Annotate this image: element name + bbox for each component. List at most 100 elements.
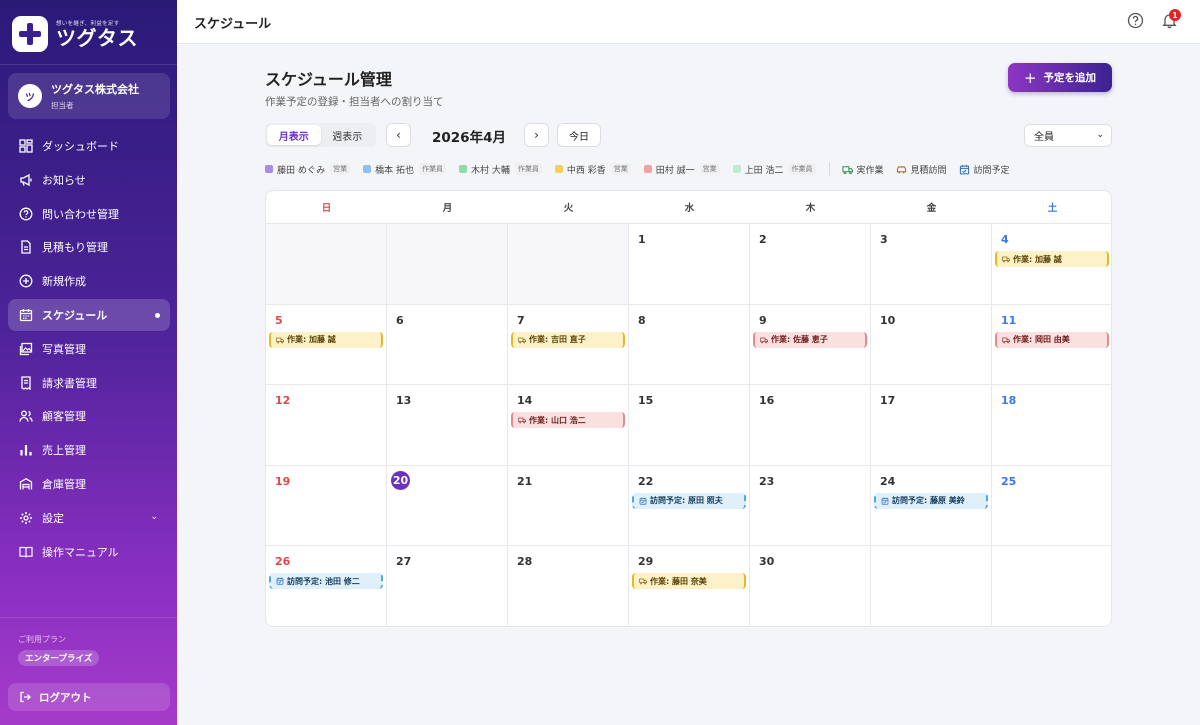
calendar-day-cell[interactable]: 13 (387, 385, 508, 465)
sidebar-item-book[interactable]: 操作マニュアル (8, 536, 170, 568)
sidebar-item-label: お知らせ (42, 173, 86, 187)
logout-button[interactable]: ログアウト (8, 683, 170, 711)
company-role: 担当者 (51, 101, 74, 110)
next-month-button[interactable]: › (524, 123, 549, 147)
topbar: スケジュール 1 (177, 0, 1200, 44)
schedule-event[interactable]: 訪問予定: 藤原 美鈴 (874, 492, 988, 509)
calendar-day-cell[interactable]: 7 作業: 吉田 直子 (508, 304, 629, 385)
calendar-day-cell[interactable]: 1 (629, 224, 750, 304)
weekday-label: 月 (442, 203, 453, 214)
car-icon (896, 165, 906, 173)
day-number: 28 (517, 555, 533, 569)
add-schedule-button[interactable]: + 予定を追加 (1008, 63, 1112, 92)
weekday-label: 水 (684, 203, 695, 214)
day-number: 23 (759, 474, 775, 488)
calendar-day-cell[interactable]: 19 (266, 465, 387, 546)
day-number: 8 (638, 313, 646, 327)
chevron-left-icon: ‹ (396, 128, 401, 142)
legend-type: 実作業 (841, 163, 884, 176)
sidebar-divider (0, 617, 177, 618)
calendar-day-cell[interactable]: 8 (629, 304, 750, 385)
calendar-day-cell[interactable]: 3 (871, 224, 992, 304)
calendar-day-cell[interactable]: 30 (750, 546, 871, 626)
sidebar-item-question[interactable]: 問い合わせ管理 (8, 198, 170, 230)
calendar-day-cell[interactable]: 21 (508, 465, 629, 546)
event-label: 作業: 吉田 直子 (529, 335, 586, 345)
today-button[interactable]: 今日 (557, 123, 601, 147)
calendar-day-cell[interactable]: 16 (750, 385, 871, 465)
sidebar-item-plus-circle[interactable]: 新規作成 (8, 265, 170, 297)
help-icon[interactable] (1127, 12, 1144, 29)
calendar-day-cell[interactable]: 22 訪問予定: 原田 照夫 (629, 465, 750, 546)
member-filter-select[interactable]: 全員 ⌄ (1024, 124, 1112, 147)
calendar-day-cell[interactable]: 25 (992, 466, 1111, 546)
sidebar-item-label: スケジュール (42, 308, 108, 322)
sidebar-item-invoice[interactable]: 請求書管理 (8, 367, 170, 399)
company-card[interactable]: ツ ツグタス株式会社 担当者 (8, 73, 170, 119)
sidebar-item-bar-chart[interactable]: 売上管理 (8, 434, 170, 466)
calendar-day-cell[interactable]: 17 (871, 385, 992, 465)
legend-member-role: 営業 (699, 163, 720, 175)
calendar-day-cell[interactable]: 20 (387, 465, 508, 546)
schedule-event[interactable]: 作業: 加藤 誠 (995, 251, 1109, 267)
schedule-event[interactable]: 訪問予定: 池田 修二 (269, 573, 383, 590)
calendar-day-cell[interactable]: 11 作業: 岡田 由美 (992, 305, 1111, 385)
legend-type: 見積訪問 (896, 163, 947, 176)
calendar-day-cell[interactable]: 12 (266, 385, 387, 465)
plus-logo-icon (12, 16, 48, 52)
sidebar-item-label: 問い合わせ管理 (42, 207, 119, 221)
sidebar-item-megaphone[interactable]: お知らせ (8, 164, 170, 196)
schedule-event[interactable]: 作業: 吉田 直子 (511, 331, 625, 348)
calendar-day-cell[interactable]: 29 作業: 藤田 奈美 (629, 546, 750, 626)
sidebar-item-dashboard[interactable]: ダッシュボード (8, 130, 170, 162)
day-number: 16 (759, 394, 775, 408)
sidebar-item-photo[interactable]: 写真管理 (8, 333, 170, 365)
company-name: ツグタス株式会社 (51, 83, 139, 96)
app-logo[interactable]: 想いを継ぎ、利益を足す ツグタス (12, 14, 162, 54)
prev-month-button[interactable]: ‹ (386, 123, 411, 147)
calendar-day-cell[interactable]: 28 (508, 546, 629, 626)
schedule-event[interactable]: 作業: 佐藤 恵子 (753, 331, 867, 348)
calendar-day-cell[interactable]: 15 (629, 385, 750, 465)
day-number: 24 (880, 474, 896, 488)
page-subtitle: 作業予定の登録・担当者への割り当て (265, 96, 444, 108)
calendar-day-cell[interactable]: 27 (387, 546, 508, 626)
calendar-day-cell[interactable]: 24 訪問予定: 藤原 美鈴 (871, 465, 992, 546)
calendar-day-cell[interactable]: 5 作業: 加藤 誠 (266, 304, 387, 385)
photo-icon (19, 342, 33, 355)
schedule-event[interactable]: 訪問予定: 原田 照夫 (632, 492, 746, 509)
sidebar-item-label: 写真管理 (42, 342, 86, 356)
sidebar-item-calendar[interactable]: スケジュール (8, 298, 170, 331)
sidebar-item-gear[interactable]: 設定 ⌄ (8, 502, 170, 534)
schedule-event[interactable]: 作業: 藤田 奈美 (632, 573, 746, 590)
sidebar-item-warehouse[interactable]: 倉庫管理 (8, 468, 170, 500)
schedule-event[interactable]: 作業: 山口 浩二 (511, 412, 625, 429)
schedule-event[interactable]: 作業: 岡田 由美 (995, 331, 1109, 348)
calendar-day-cell[interactable]: 2 (750, 224, 871, 304)
sidebar-item-label: 売上管理 (42, 444, 86, 458)
sidebar-item-users[interactable]: 顧客管理 (8, 400, 170, 432)
calendar-day-cell[interactable]: 4 作業: 加藤 誠 (992, 224, 1111, 304)
legend-member-role: 営業 (330, 163, 351, 175)
calendar-day-cell[interactable]: 23 (750, 465, 871, 546)
schedule-event[interactable]: 作業: 加藤 誠 (269, 331, 383, 348)
calendar-day-cell[interactable]: 10 (871, 304, 992, 385)
sidebar-item-label: 倉庫管理 (42, 477, 86, 491)
day-number: 11 (1001, 313, 1017, 327)
weekday-label: 木 (805, 203, 816, 214)
sidebar-item-document[interactable]: 見積もり管理 (8, 231, 170, 263)
calendar-day-cell[interactable]: 6 (387, 304, 508, 385)
month-view-tab[interactable]: 月表示 (267, 125, 321, 145)
day-number: 21 (517, 474, 533, 488)
plus-circle-icon (19, 274, 33, 288)
calendar-day-cell[interactable]: 18 (992, 385, 1111, 465)
calendar-day-cell[interactable]: 9 作業: 佐藤 恵子 (750, 304, 871, 385)
legend-member-role: 作業員 (419, 163, 447, 175)
dashboard-icon (19, 139, 33, 153)
legend-member-role: 作業員 (788, 163, 816, 175)
calendar-day-cell[interactable]: 14 作業: 山口 浩二 (508, 385, 629, 465)
calendar-day-cell[interactable]: 26 訪問予定: 池田 修二 (266, 546, 387, 626)
legend-member-name: 上田 浩二 (744, 165, 784, 176)
week-view-tab[interactable]: 週表示 (321, 125, 375, 145)
truck-icon (276, 337, 284, 343)
